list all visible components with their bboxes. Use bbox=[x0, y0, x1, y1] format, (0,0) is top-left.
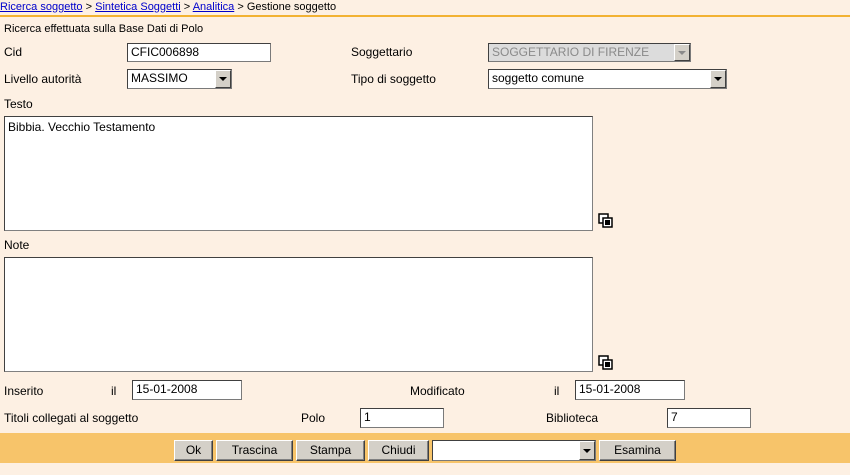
ok-button[interactable]: Ok bbox=[174, 440, 213, 461]
soggettario-select[interactable]: SOGGETTARIO DI FIRENZE bbox=[488, 43, 691, 62]
esamina-button[interactable]: Esamina bbox=[599, 440, 676, 461]
trascina-button[interactable]: Trascina bbox=[216, 440, 293, 461]
chevron-down-icon bbox=[710, 70, 726, 88]
livello-autorita-select[interactable]: MASSIMO bbox=[127, 69, 232, 89]
livello-autorita-value: MASSIMO bbox=[131, 71, 188, 85]
breadcrumb-link-sintetica-soggetti[interactable]: Sintetica Soggetti bbox=[95, 1, 181, 13]
inserito-il-label: il bbox=[111, 384, 117, 398]
breadcrumb-separator: > bbox=[183, 1, 191, 13]
chevron-down-icon bbox=[215, 70, 231, 88]
copy-icon[interactable] bbox=[598, 213, 614, 229]
action-select[interactable] bbox=[432, 440, 596, 461]
polo-field[interactable]: 1 bbox=[360, 408, 444, 428]
modificato-date-field[interactable]: 15-01-2008 bbox=[575, 380, 685, 400]
breadcrumb-link-analitica[interactable]: Analitica bbox=[193, 1, 235, 13]
stampa-button[interactable]: Stampa bbox=[296, 440, 365, 461]
search-scope-info: Ricerca effettuata sulla Base Dati di Po… bbox=[4, 23, 204, 35]
testo-textarea[interactable]: Bibbia. Vecchio Testamento bbox=[4, 116, 593, 231]
cid-label: Cid bbox=[4, 45, 23, 59]
polo-label: Polo bbox=[301, 411, 326, 425]
note-textarea[interactable] bbox=[4, 257, 593, 372]
breadcrumb-link-ricerca-soggetto[interactable]: Ricerca soggetto bbox=[0, 1, 83, 13]
modificato-label: Modificato bbox=[410, 384, 465, 398]
tipo-soggetto-label: Tipo di soggetto bbox=[351, 72, 436, 86]
inserito-label: Inserito bbox=[4, 384, 44, 398]
breadcrumb-separator: > bbox=[237, 1, 244, 13]
chevron-down-icon bbox=[579, 441, 595, 460]
chevron-down-icon bbox=[674, 44, 690, 61]
soggettario-value: SOGGETTARIO DI FIRENZE bbox=[492, 45, 650, 59]
soggettario-label: Soggettario bbox=[351, 45, 413, 59]
tipo-soggetto-value: soggetto comune bbox=[492, 71, 585, 85]
modificato-il-label: il bbox=[554, 384, 560, 398]
note-label: Note bbox=[4, 238, 30, 252]
cid-field[interactable]: CFIC006898 bbox=[127, 43, 271, 62]
biblioteca-label: Biblioteca bbox=[546, 411, 599, 425]
tipo-soggetto-select[interactable]: soggetto comune bbox=[488, 69, 727, 89]
livello-autorita-label: Livello autorità bbox=[4, 72, 82, 86]
breadcrumb: Ricerca soggetto > Sintetica Soggetti > … bbox=[0, 0, 850, 17]
breadcrumb-separator: > bbox=[85, 1, 93, 13]
biblioteca-field[interactable]: 7 bbox=[667, 408, 751, 428]
inserito-date-field[interactable]: 15-01-2008 bbox=[132, 380, 242, 400]
titoli-collegati-label: Titoli collegati al soggetto bbox=[4, 411, 139, 425]
copy-icon[interactable] bbox=[598, 355, 614, 371]
breadcrumb-current: Gestione soggetto bbox=[246, 1, 337, 13]
testo-label: Testo bbox=[4, 97, 33, 111]
chiudi-button[interactable]: Chiudi bbox=[368, 440, 429, 461]
